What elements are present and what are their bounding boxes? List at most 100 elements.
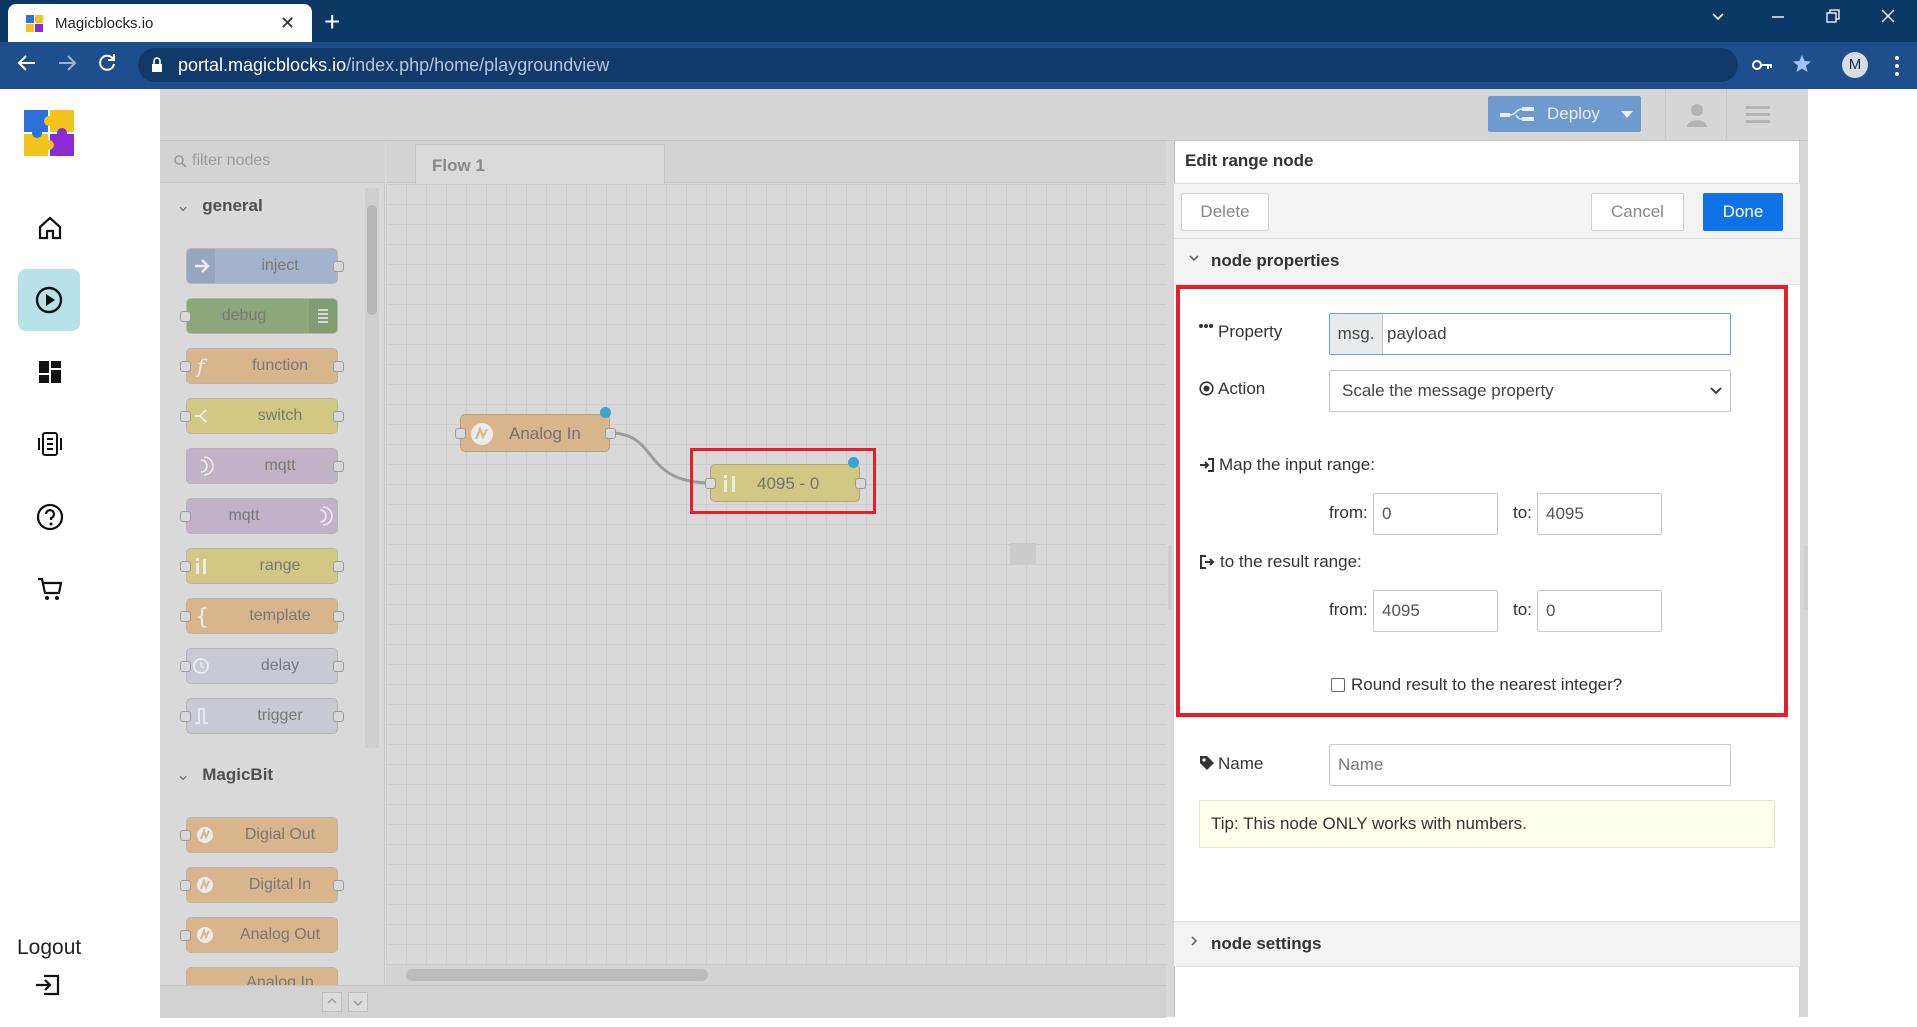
tip-box: Tip: This node ONLY works with numbers. (1199, 800, 1775, 848)
url-text[interactable]: portal.magicblocks.io/index.php/home/pla… (178, 55, 609, 76)
timer-icon (187, 649, 215, 683)
logout-icon[interactable] (34, 972, 62, 998)
collapse-down-icon[interactable] (348, 992, 368, 1012)
palette-node-label: Digial Out (244, 826, 316, 843)
palette-node-template[interactable]: { template (180, 598, 344, 634)
device-icon[interactable] (26, 420, 74, 468)
browser-tab[interactable]: Magicblocks.io ✕ (8, 4, 312, 42)
help-icon[interactable] (26, 493, 74, 541)
flow-node-label: Analog In (509, 424, 581, 443)
dashboard-icon[interactable] (26, 348, 74, 396)
palette-node-debug[interactable]: debug (180, 298, 338, 334)
changed-indicator (600, 407, 611, 418)
palette-node-analog-in[interactable]: Analog In (186, 967, 338, 987)
palette-category-magicbit[interactable]: ⌄ MagicBit (176, 765, 273, 785)
palette-node-mqtt-in[interactable]: mqtt (186, 448, 344, 484)
output-port (333, 561, 344, 572)
window-close-icon[interactable] (1880, 8, 1896, 24)
chevron-down-icon (1188, 252, 1200, 264)
palette-node-label: inject (261, 257, 299, 274)
palette-node-label: function (251, 357, 309, 374)
palette-node-label: debug (221, 307, 267, 324)
section-node-settings[interactable]: node settings (1174, 921, 1800, 967)
palette-node-trigger[interactable]: trigger (180, 698, 344, 734)
palette-scroll-thumb[interactable] (367, 205, 377, 315)
cart-icon[interactable] (26, 565, 74, 613)
palette-node-mqtt-out[interactable]: mqtt (180, 498, 338, 534)
output-port (333, 361, 344, 372)
new-tab-button[interactable]: + (324, 6, 340, 38)
workspace-navigator[interactable] (1010, 543, 1036, 565)
palette-node-range[interactable]: range (180, 548, 344, 584)
deploy-button[interactable]: Deploy (1488, 96, 1641, 132)
palette-node-function[interactable]: f function (180, 348, 344, 384)
back-arrow-icon[interactable] (16, 52, 38, 74)
function-icon: f (187, 349, 215, 383)
palette-node-label: switch (257, 407, 303, 424)
input-port (180, 930, 191, 941)
magicblocks-favicon-icon (25, 14, 45, 34)
url-host: portal.magicblocks.io (178, 55, 347, 75)
section-node-properties[interactable]: node properties (1174, 239, 1800, 285)
palette-node-digital-in[interactable]: Digital In (180, 867, 344, 903)
sidebar-resize-handle[interactable] (1804, 545, 1808, 610)
output-port (333, 661, 344, 672)
url-path: /index.php/home/playgroundview (346, 55, 610, 75)
flow-node-analog-in[interactable]: Analog In (455, 407, 616, 452)
lock-icon (150, 57, 164, 73)
output-port (333, 711, 344, 722)
range-icon (187, 549, 215, 583)
bookmark-star-icon[interactable] (1791, 53, 1813, 75)
workspace-scroll-thumb[interactable] (406, 969, 708, 981)
tab-close-icon[interactable]: ✕ (280, 13, 295, 34)
palette-filter[interactable]: filter nodes (160, 141, 385, 183)
palette-node-label: range (259, 557, 301, 574)
done-button[interactable]: Done (1703, 193, 1783, 231)
palette-node-digital-out[interactable]: Digial Out (180, 817, 338, 853)
output-port (333, 411, 344, 422)
svg-text:f: f (195, 354, 208, 378)
collapse-up-icon[interactable] (322, 992, 342, 1012)
delete-button[interactable]: Delete (1181, 193, 1269, 231)
restore-icon[interactable] (1825, 8, 1841, 24)
tray-resize-handle[interactable] (1168, 545, 1172, 610)
hamburger-menu-icon (1746, 106, 1770, 124)
key-icon[interactable] (1752, 56, 1774, 74)
palette-node-inject[interactable]: inject (186, 248, 344, 284)
browser-menu-icon[interactable] (1894, 55, 1900, 77)
search-icon (174, 155, 187, 168)
profile-avatar[interactable]: M (1842, 52, 1868, 78)
palette-node-analog-out[interactable]: Analog Out (180, 917, 338, 953)
logout-label[interactable]: Logout (17, 936, 81, 960)
playground-play-icon[interactable] (18, 269, 80, 331)
magicbit-icon (191, 868, 219, 902)
forward-arrow-icon[interactable] (56, 52, 78, 74)
mqtt-wifi-icon (187, 449, 215, 483)
deploy-label: Deploy (1547, 104, 1600, 123)
cancel-button[interactable]: Cancel (1591, 193, 1684, 231)
minimize-icon[interactable] (1770, 8, 1786, 24)
reload-icon[interactable] (96, 52, 118, 74)
filter-placeholder: filter nodes (192, 152, 271, 169)
home-icon[interactable] (26, 204, 74, 252)
output-port (333, 461, 344, 472)
editor-footer (160, 985, 1166, 1018)
palette-category-general[interactable]: ⌄ general (176, 196, 263, 216)
debug-list-icon (309, 299, 337, 333)
workspace-canvas[interactable] (386, 184, 1166, 969)
input-port (180, 880, 191, 891)
inject-icon (187, 249, 215, 283)
palette-node-switch[interactable]: switch (180, 398, 344, 434)
name-input[interactable] (1329, 744, 1731, 786)
tab-flow-1[interactable]: Flow 1 (415, 144, 665, 184)
magicbit-icon (191, 918, 219, 952)
output-port (605, 428, 616, 439)
tab-search-chevron-icon[interactable] (1710, 8, 1726, 24)
main-menu[interactable] (1726, 89, 1786, 141)
user-menu[interactable] (1665, 89, 1725, 141)
trigger-pulse-icon (187, 699, 215, 733)
palette-node-delay[interactable]: delay (180, 648, 344, 684)
tag-icon (1199, 755, 1215, 771)
deploy-dropdown-icon[interactable] (1621, 111, 1633, 119)
palette-node-label: template (249, 607, 311, 624)
